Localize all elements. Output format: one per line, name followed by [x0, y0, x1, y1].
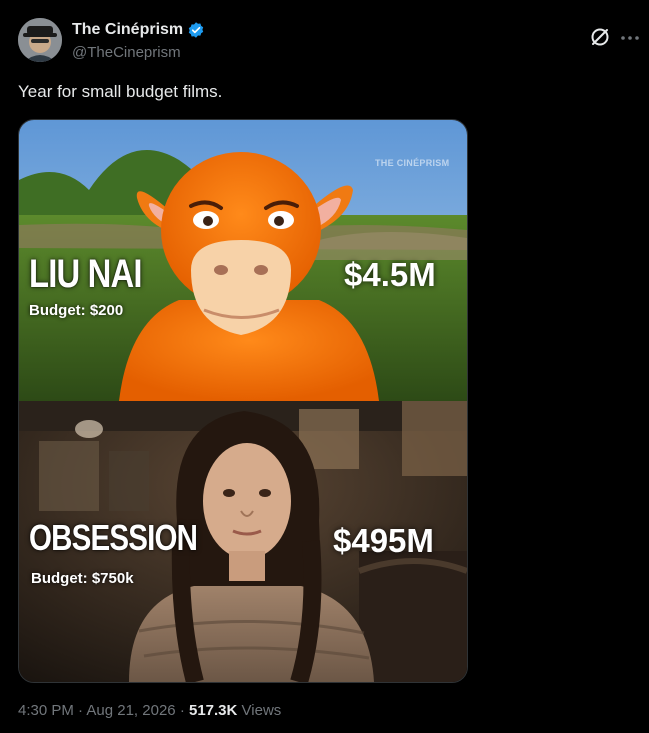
verified-badge-icon [188, 22, 204, 38]
avatar-image [18, 18, 62, 62]
film-budget: Budget: $200 [29, 302, 124, 319]
tweet-text: Year for small budget films. [18, 82, 223, 101]
film-title: OBSESSION [29, 517, 198, 558]
avatar[interactable] [18, 18, 62, 62]
film-gross: $495M [333, 522, 434, 559]
views-count[interactable]: 517.3K [189, 702, 237, 719]
separator: · [179, 702, 185, 719]
author-name-row[interactable]: The Cinéprism [72, 21, 205, 39]
tweet-time[interactable]: 4:30 PM [18, 702, 74, 719]
views-label: Views [241, 702, 282, 719]
tweet-meta: 4:30 PM · Aug 21, 2026 · 517.3K Views [18, 702, 281, 719]
media-panel-liu-nai: THE CINÉPRISM LIU NAI Budget: $200 $4.5M [19, 120, 467, 401]
film-gross: $4.5M [344, 256, 436, 293]
more-options-icon[interactable] [619, 26, 641, 48]
separator: · [78, 702, 84, 719]
film-budget: Budget: $750k [31, 570, 134, 587]
grok-icon[interactable] [589, 26, 611, 48]
media-panel-obsession: OBSESSION Budget: $750k $495M [19, 401, 467, 682]
display-name[interactable]: The Cinéprism [72, 21, 183, 39]
watermark: THE CINÉPRISM [375, 158, 450, 168]
tweet: The Cinéprism @TheCineprism Year for sma… [0, 0, 649, 733]
tweet-date[interactable]: Aug 21, 2026 [86, 702, 175, 719]
tweet-media[interactable]: THE CINÉPRISM LIU NAI Budget: $200 $4.5M [18, 119, 468, 683]
film-title: LIU NAI [29, 252, 143, 296]
author-handle[interactable]: @TheCineprism [72, 44, 181, 61]
